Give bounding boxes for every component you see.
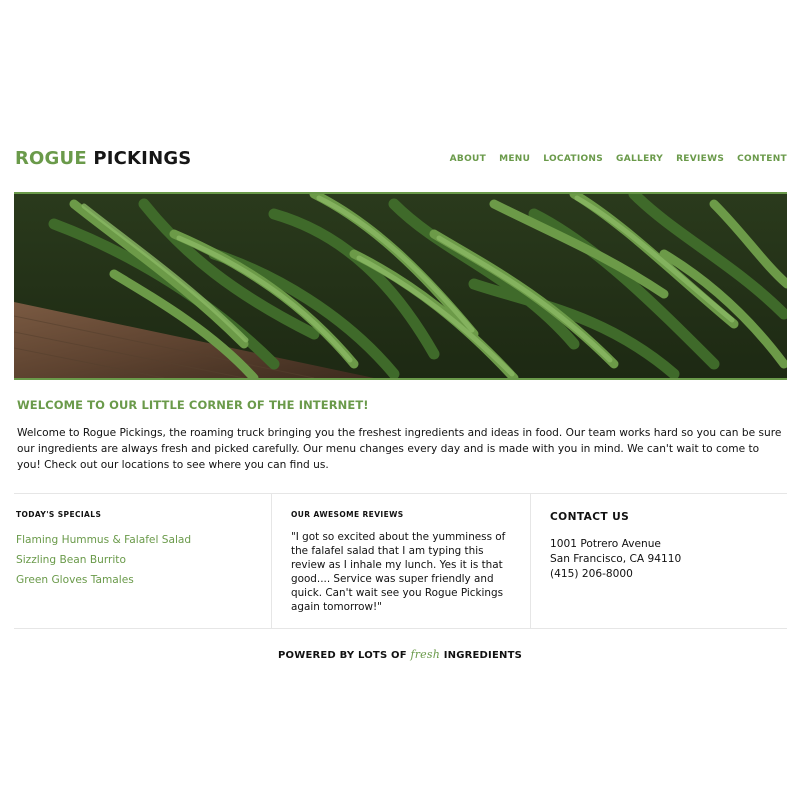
reviews-column: OUR AWESOME REVIEWS "I got so excited ab… <box>291 510 513 614</box>
section-divider-top <box>14 493 787 494</box>
site-header: ROGUE PICKINGS ABOUT MENU LOCATIONS GALL… <box>15 146 787 172</box>
specials-title: TODAY'S SPECIALS <box>16 510 102 519</box>
footer-text-after: INGREDIENTS <box>443 650 522 661</box>
contact-phone[interactable]: (415) 206-8000 <box>550 567 681 582</box>
nav-gallery[interactable]: GALLERY <box>616 146 663 172</box>
logo-word-rogue: ROGUE <box>15 148 87 169</box>
special-item[interactable]: Sizzling Bean Burrito <box>16 554 191 566</box>
nav-menu[interactable]: MENU <box>499 146 530 172</box>
reviews-title: OUR AWESOME REVIEWS <box>291 510 404 519</box>
section-divider-bottom <box>14 628 787 629</box>
nav-locations[interactable]: LOCATIONS <box>543 146 603 172</box>
special-item[interactable]: Flaming Hummus & Falafel Salad <box>16 534 191 546</box>
special-item[interactable]: Green Gloves Tamales <box>16 574 191 586</box>
welcome-title: WELCOME TO OUR LITTLE CORNER OF THE INTE… <box>17 398 369 412</box>
nav-content[interactable]: CONTENT <box>737 146 787 172</box>
contact-column: CONTACT US 1001 Potrero Avenue San Franc… <box>550 510 681 582</box>
contact-title: CONTACT US <box>550 511 630 523</box>
review-quote: "I got so excited about the yumminess of… <box>291 531 506 613</box>
logo-word-pickings: PICKINGS <box>93 148 192 169</box>
specials-column: TODAY'S SPECIALS Flaming Hummus & Falafe… <box>16 510 191 594</box>
welcome-text: Welcome to Rogue Pickings, the roaming t… <box>17 427 782 471</box>
nav-about[interactable]: ABOUT <box>450 146 486 172</box>
site-footer: POWERED BY LOTS OF fresh INGREDIENTS <box>0 648 800 661</box>
contact-address-line2: San Francisco, CA 94110 <box>550 553 682 565</box>
footer-text-before: POWERED BY LOTS OF <box>278 650 407 661</box>
hero-image-green-beans <box>14 192 787 380</box>
main-nav: ABOUT MENU LOCATIONS GALLERY REVIEWS CON… <box>450 146 787 172</box>
contact-address-line1: 1001 Potrero Avenue <box>550 538 661 550</box>
column-divider-1 <box>271 494 272 629</box>
page: ROGUE PICKINGS ABOUT MENU LOCATIONS GALL… <box>0 0 800 800</box>
footer-fresh-word: fresh <box>410 648 441 661</box>
site-logo[interactable]: ROGUE PICKINGS <box>15 146 191 172</box>
nav-reviews[interactable]: REVIEWS <box>676 146 724 172</box>
column-divider-2 <box>530 494 531 629</box>
